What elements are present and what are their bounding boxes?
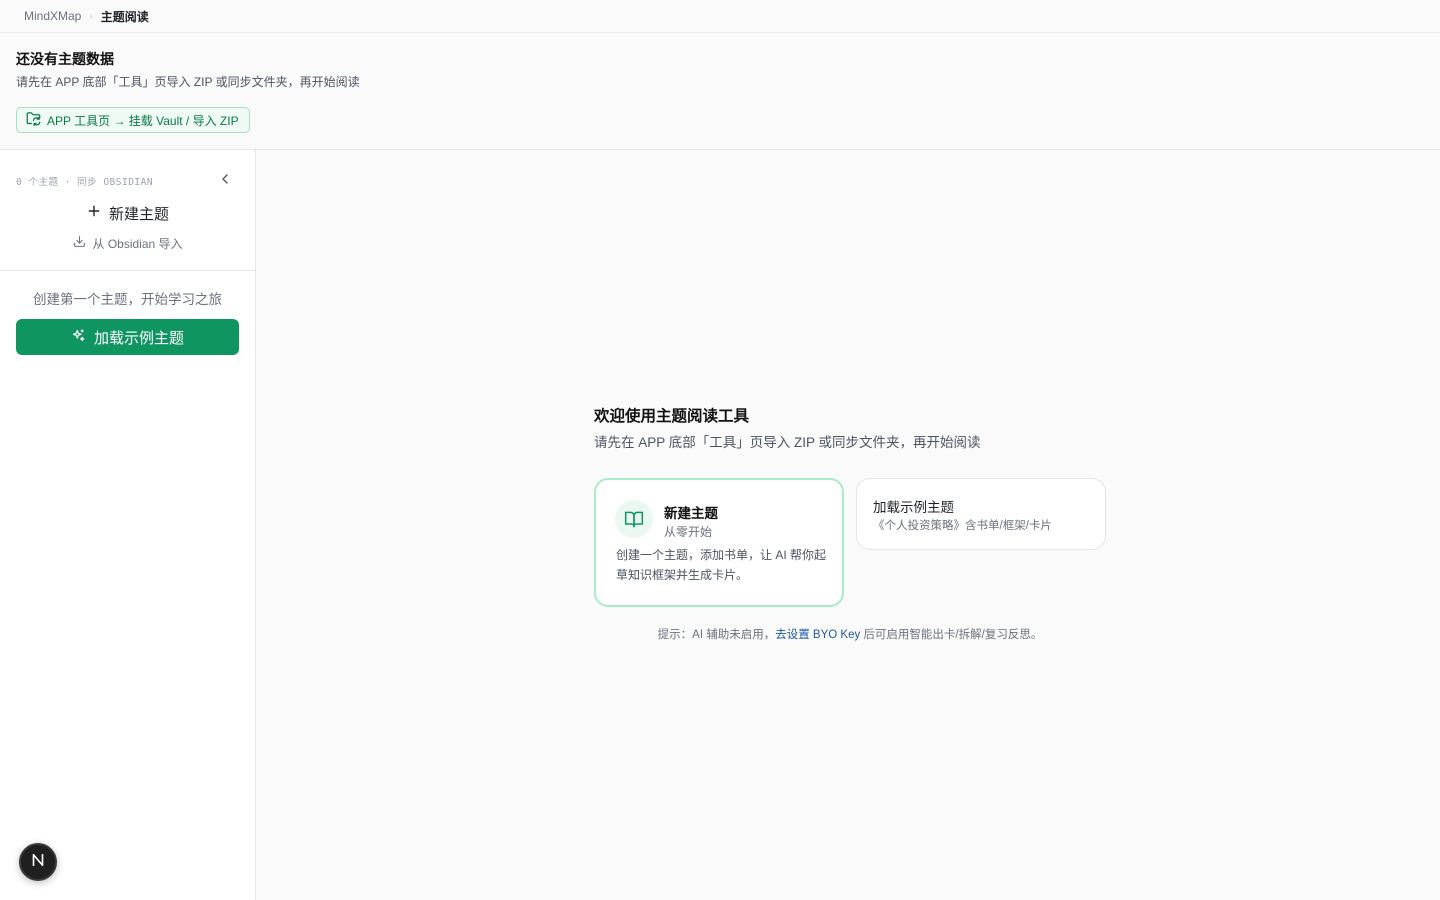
load-sample-card[interactable]: 加载示例主题 《个人投资策略》含书单/框架/卡片 — [856, 478, 1106, 550]
breadcrumb-current: 主题阅读 — [100, 9, 149, 24]
notice-description: 请先在 APP 底部「工具」页导入 ZIP 或同步文件夹，再开始阅读 — [16, 75, 360, 89]
dev-tools-badge[interactable] — [19, 843, 57, 881]
tools-page-chip-label: APP 工具页 → 挂载 Vault / 导入 ZIP — [47, 113, 239, 128]
load-sample-card-title: 加载示例主题 — [873, 500, 954, 515]
tools-page-chip[interactable]: APP 工具页 → 挂载 Vault / 导入 ZIP — [16, 107, 250, 133]
welcome-description: 请先在 APP 底部「工具」页导入 ZIP 或同步文件夹，再开始阅读 — [594, 435, 981, 450]
topic-sidebar: 0 个主题 · 同步 OBSIDIAN 新建主题 从 Obsidian 导入 创… — [0, 150, 256, 900]
welcome-section: 欢迎使用主题阅读工具 请先在 APP 底部「工具」页导入 ZIP 或同步文件夹，… — [594, 406, 1114, 452]
new-topic-card-description: 创建一个主题，添加书单，让 AI 帮你起草知识框架并生成卡片。 — [616, 548, 827, 582]
empty-data-notice: 还没有主题数据 请先在 APP 底部「工具」页导入 ZIP 或同步文件夹，再开始… — [16, 50, 816, 133]
new-topic-card[interactable]: 新建主题 从零开始 创建一个主题，添加书单，让 AI 帮你起草知识框架并生成卡片… — [594, 478, 844, 607]
load-sample-topic-button[interactable]: 加载示例主题 — [16, 319, 239, 355]
collapse-sidebar-button[interactable] — [217, 171, 233, 187]
load-sample-topic-label: 加载示例主题 — [93, 329, 184, 347]
open-book-icon — [615, 500, 653, 538]
byo-key-settings-link[interactable]: 去设置 BYO Key — [775, 629, 860, 641]
empty-topics-hint: 创建第一个主题，开始学习之旅 — [33, 292, 222, 307]
new-topic-button[interactable]: 新建主题 — [64, 201, 192, 225]
chevron-left-icon — [217, 174, 233, 191]
welcome-title: 欢迎使用主题阅读工具 — [594, 408, 750, 425]
new-topic-card-title: 新建主题 — [664, 506, 718, 521]
ai-tip: 提示：AI 辅助未启用，去设置 BYO Key 后可启用智能出卡/拆解/复习反思… — [594, 626, 1106, 642]
ai-tip-suffix: 后可启用智能出卡/拆解/复习反思。 — [860, 629, 1043, 641]
breadcrumb-root-link[interactable]: MindXMap — [24, 9, 81, 23]
download-icon — [73, 235, 86, 251]
load-sample-card-subtitle: 《个人投资策略》含书单/框架/卡片 — [873, 520, 1052, 532]
import-obsidian-button[interactable]: 从 Obsidian 导入 — [48, 234, 208, 252]
topic-count-meta: 0 个主题 · 同步 OBSIDIAN — [16, 177, 154, 188]
new-topic-card-subtitle: 从零开始 — [664, 525, 713, 539]
breadcrumb-separator: › — [89, 10, 93, 22]
plus-icon — [87, 204, 101, 222]
notice-title: 还没有主题数据 — [16, 51, 114, 67]
sparkles-icon — [71, 328, 86, 347]
breadcrumb: MindXMap › 主题阅读 — [24, 8, 149, 24]
n-logo-icon — [29, 851, 47, 874]
header-divider — [0, 32, 1440, 33]
folder-sync-icon — [26, 111, 41, 129]
import-obsidian-label: 从 Obsidian 导入 — [92, 236, 183, 251]
sidebar-divider — [0, 270, 255, 271]
new-topic-label: 新建主题 — [108, 205, 169, 223]
ai-tip-prefix: 提示：AI 辅助未启用， — [657, 629, 776, 641]
